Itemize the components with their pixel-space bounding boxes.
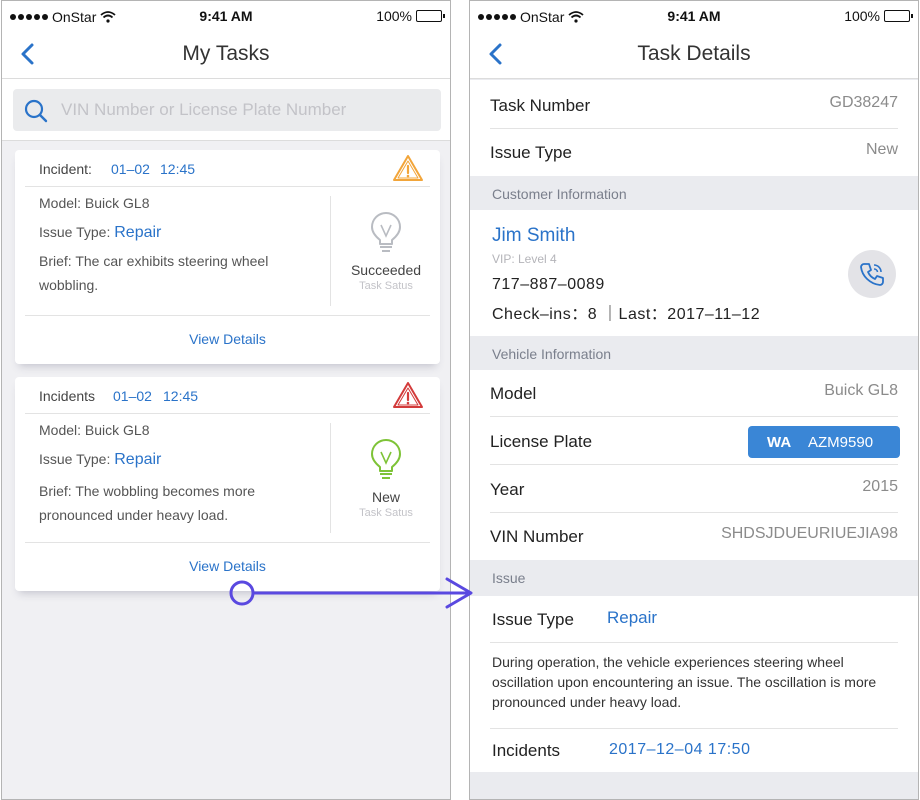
vin-value: SHDSJDUEURIUEJIA98: [721, 525, 898, 542]
vin-row: VIN Number SHDSJDUEURIUEJIA98: [490, 513, 898, 560]
issue-type-row: Issue Type New: [490, 129, 898, 176]
page-title: Task Details: [637, 42, 751, 65]
warning-icon: [393, 155, 423, 181]
task-status: Succeeded Task Satus: [340, 212, 432, 292]
search-icon: [24, 99, 48, 123]
incident-date: 01–02: [111, 161, 150, 177]
section-title: Issue: [492, 570, 526, 586]
customer-checkins: Check–ins：8 ｜Last：2017–11–12: [492, 306, 761, 323]
battery-indicator: 100%: [844, 8, 913, 24]
battery-percent: 100%: [376, 8, 412, 24]
task-card-header: Incident: 01–02 12:45: [25, 150, 430, 187]
search-box[interactable]: [13, 89, 441, 131]
model-row: Model Buick GL8: [490, 370, 898, 417]
incident-label: Incidents: [39, 388, 96, 404]
my-tasks-screen: OnStar 9:41 AM 100% My Tasks Incident: 0…: [1, 0, 451, 800]
task-number-value: GD38247: [829, 94, 899, 111]
search-input[interactable]: [61, 89, 431, 131]
view-details-link[interactable]: View Details: [189, 331, 266, 347]
task-number-label: Task Number: [490, 96, 591, 115]
issue-type-label: Issue Type:: [39, 451, 111, 467]
issue-description: During operation, the vehicle experience…: [492, 654, 877, 710]
incidents-value: 2017–12–04 17:50: [609, 741, 751, 758]
plate-prefix: WA: [767, 434, 792, 451]
battery-indicator: 100%: [376, 8, 445, 24]
lightbulb-icon: [371, 439, 401, 479]
issue-section-header: Issue: [470, 562, 918, 594]
year-value: 2015: [862, 478, 898, 495]
task-status-label: Task Satus: [359, 507, 413, 519]
task-status-text: New: [371, 489, 400, 505]
customer-phone: 717–887–0089: [492, 276, 605, 293]
status-bar: OnStar 9:41 AM 100%: [470, 1, 918, 31]
section-title: Vehicle Information: [492, 346, 612, 362]
task-status-label: Task Satus: [359, 280, 413, 292]
view-details-link[interactable]: View Details: [189, 558, 266, 574]
incidents-row: Incidents 2017–12–04 17:50: [490, 728, 898, 770]
incident-time: 12:45: [160, 161, 196, 177]
navigation-bar: Task Details: [470, 31, 918, 79]
task-status-text: Succeeded: [350, 262, 422, 278]
vehicle-section-header: Vehicle Information: [470, 338, 918, 370]
task-card-footer: View Details: [25, 542, 430, 591]
search-bar: [2, 79, 450, 141]
section-title: Customer Information: [492, 186, 627, 202]
incident-date: 01–02: [113, 388, 152, 404]
license-plate-label: License Plate: [490, 432, 593, 451]
issue-type-label: Issue Type: [490, 143, 572, 162]
model-value: Buick GL8: [824, 382, 898, 399]
task-card-footer: View Details: [25, 315, 430, 364]
task-number-row: Task Number GD38247: [490, 82, 898, 129]
issue-section: Issue Type Repair During operation, the …: [470, 596, 918, 772]
plate-number: AZM9590: [808, 434, 874, 451]
incidents-label: Incidents: [492, 741, 561, 760]
issue-type: Issue Type: Repair: [39, 451, 161, 469]
task-card: Incidents 01–02 12:45 Model: Buick GL8 I…: [15, 377, 440, 591]
vehicle-section: Model Buick GL8 License Plate WA AZM9590…: [470, 370, 918, 560]
issue-type: Issue Type: Repair: [39, 224, 161, 242]
status-bar: OnStar 9:41 AM 100%: [2, 1, 450, 31]
page-title: My Tasks: [182, 42, 270, 65]
customer-name[interactable]: Jim Smith: [492, 225, 575, 247]
vehicle-model: Model: Buick GL8: [39, 195, 150, 211]
task-summary-section: Task Number GD38247 Issue Type New: [470, 80, 918, 176]
model-label: Model: [490, 384, 537, 403]
year-label: Year: [490, 480, 525, 499]
issue-type-label: Issue Type: [492, 610, 574, 629]
task-status: New Task Satus: [340, 439, 432, 519]
task-card: Incident: 01–02 12:45 Model: Buick GL8 I…: [15, 150, 440, 364]
issue-type-value: Repair: [114, 451, 162, 468]
year-row: Year 2015: [490, 466, 898, 513]
customer-section-header: Customer Information: [470, 178, 918, 210]
task-card-header: Incidents 01–02 12:45: [25, 377, 430, 414]
license-plate-badge: WA AZM9590: [748, 426, 900, 458]
navigation-bar: My Tasks: [2, 31, 450, 79]
lightbulb-icon: [371, 212, 401, 252]
incident-time: 12:45: [163, 388, 199, 404]
phone-icon: [860, 263, 884, 286]
incident-label: Incident:: [39, 161, 92, 177]
customer-vip-level: VIP: Level 4: [492, 252, 557, 266]
divider: [330, 423, 331, 533]
task-details-screen: OnStar 9:41 AM 100% Task Details Task Nu…: [469, 0, 919, 800]
issue-type-row: Issue Type Repair: [490, 596, 898, 643]
task-brief: Brief: The wobbling becomes more pronoun…: [39, 483, 256, 523]
vehicle-model: Model: Buick GL8: [39, 422, 150, 438]
customer-section: Jim Smith VIP: Level 4 717–887–0089 Chec…: [470, 210, 918, 336]
battery-icon: [416, 10, 445, 22]
battery-icon: [884, 10, 913, 22]
call-button[interactable]: [848, 250, 896, 298]
issue-type-value: Repair: [114, 224, 162, 241]
battery-percent: 100%: [844, 8, 880, 24]
issue-type-label: Issue Type:: [39, 224, 111, 240]
vin-label: VIN Number: [490, 527, 584, 546]
task-brief: Brief: The car exhibits steering wheel w…: [39, 253, 269, 293]
issue-type-value: Repair: [607, 608, 658, 627]
warning-icon: [393, 382, 423, 408]
divider: [330, 196, 331, 306]
issue-type-value: New: [865, 141, 898, 158]
license-plate-row: License Plate WA AZM9590: [490, 418, 900, 465]
